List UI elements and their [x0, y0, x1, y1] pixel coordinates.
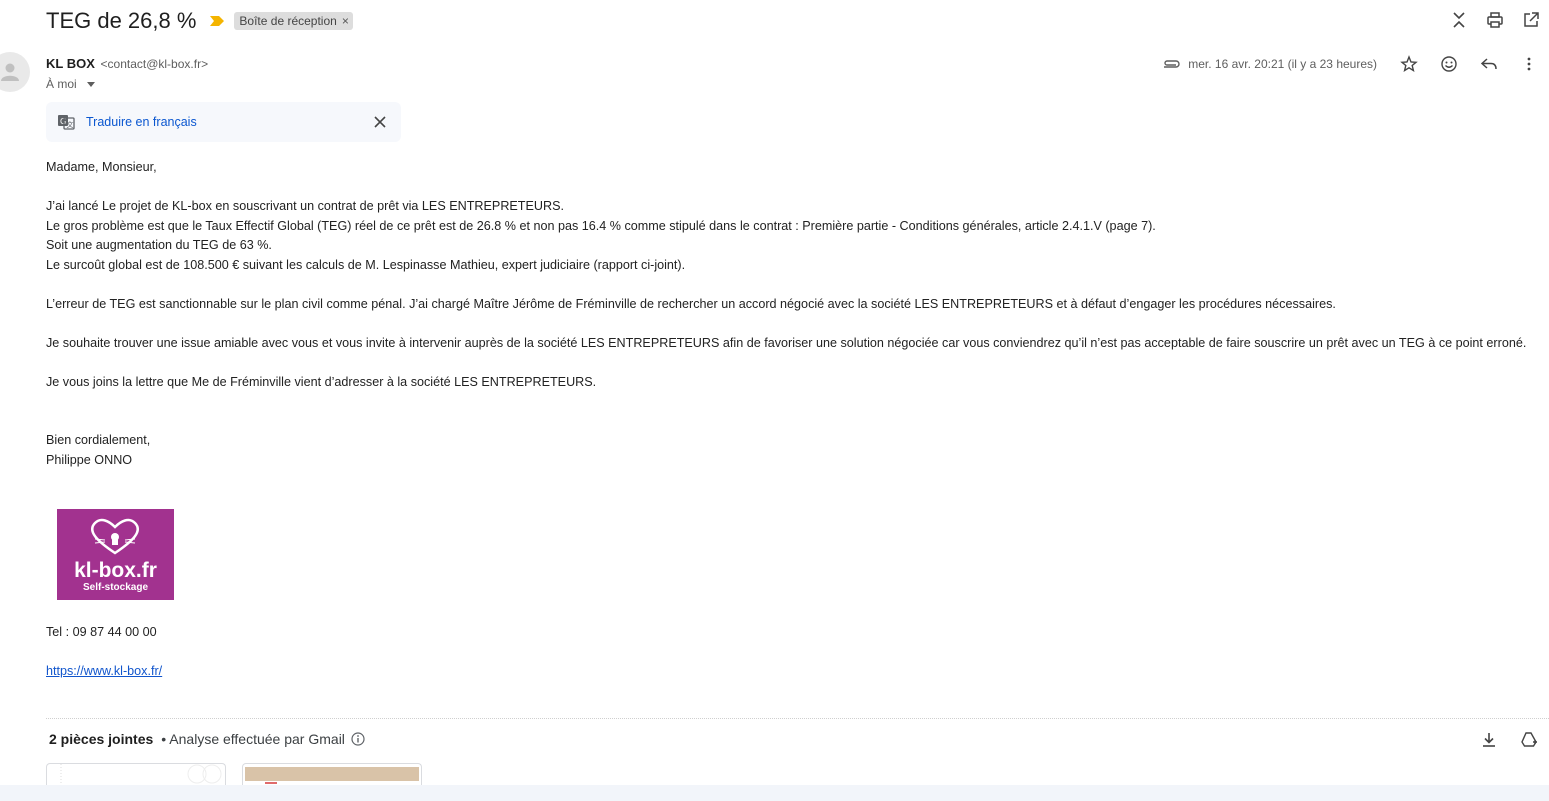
attachments-actions: [1469, 728, 1549, 752]
add-reaction-button[interactable]: [1429, 52, 1469, 76]
paragraph-line: Le gros problème est que le Taux Effecti…: [46, 218, 1156, 233]
add-to-drive-button[interactable]: [1509, 728, 1549, 752]
download-icon: [1483, 733, 1495, 747]
close-translate-button[interactable]: [371, 113, 389, 131]
paragraph-line: Le surcoût global est de 108.500 € suiva…: [46, 257, 686, 272]
open-new-window-button[interactable]: [1513, 8, 1549, 32]
message-meta: mer. 16 avr. 20:21 (il y a 23 heures): [1162, 52, 1549, 76]
info-icon[interactable]: [351, 732, 365, 746]
phone-number: Tel : 09 87 44 00 00: [46, 625, 157, 639]
paragraph-line: Soit une augmentation du TEG de 63 %.: [46, 238, 272, 252]
collapse-icon: [1453, 12, 1465, 28]
paragraph: L’erreur de TEG est sanctionnable sur le…: [46, 296, 1336, 311]
more-vert-icon: [1527, 57, 1531, 71]
thread-actions: [1441, 8, 1549, 32]
download-all-button[interactable]: [1469, 728, 1509, 752]
email-subject: TEG de 26,8 %: [46, 8, 197, 33]
print-icon: [1487, 12, 1503, 28]
greeting: Madame, Monsieur,: [46, 160, 157, 174]
importance-marker-icon[interactable]: [210, 16, 225, 26]
more-options-button[interactable]: [1509, 52, 1549, 76]
translate-link[interactable]: Traduire en français: [86, 115, 197, 129]
collapse-all-button[interactable]: [1441, 8, 1477, 32]
website-link[interactable]: https://www.kl-box.fr/: [46, 664, 162, 678]
chevron-down-icon: [86, 81, 95, 87]
inbox-label-text: Boîte de réception: [239, 14, 337, 28]
signature-name: Philippe ONNO: [46, 452, 133, 467]
attachments-divider: [46, 718, 1549, 719]
recipient-details-toggle[interactable]: À moi: [46, 77, 95, 91]
paragraph-line: J’ai lancé Le projet de KL-box en souscr…: [46, 199, 564, 213]
bottom-strip: [0, 785, 1549, 801]
scan-note: • Analyse effectuée par Gmail: [161, 731, 345, 747]
attachment-icon: [1164, 60, 1180, 68]
svg-text:文: 文: [67, 120, 74, 129]
print-all-button[interactable]: [1477, 8, 1513, 32]
translate-icon: G文: [58, 115, 75, 130]
translate-banner: G文 Traduire en français: [46, 102, 401, 142]
person-icon: [1, 63, 19, 81]
subject-row: TEG de 26,8 % Boîte de réception ×: [46, 6, 353, 36]
open-new-window-icon: [1524, 12, 1539, 27]
paragraph: Je vous joins la lettre que Me de Frémin…: [46, 374, 597, 389]
sender-name[interactable]: KL BOX: [46, 56, 95, 71]
inbox-label-chip: Boîte de réception ×: [234, 12, 353, 30]
reply-button[interactable]: [1469, 52, 1509, 76]
remove-label-button[interactable]: ×: [342, 14, 349, 28]
sender-line: KL BOX <contact@kl-box.fr>: [46, 56, 208, 71]
paragraph: Je souhaite trouver une issue amiable av…: [46, 335, 1527, 350]
logo-graphic: kl-box.fr Self-stockage: [74, 518, 157, 593]
closing: Bien cordialement,: [46, 433, 151, 447]
sender-email: <contact@kl-box.fr>: [100, 57, 209, 71]
logo-subtext: Self-stockage: [83, 582, 148, 593]
message-body: Madame, Monsieur, J’ai lancé Le projet d…: [46, 158, 1541, 470]
star-button[interactable]: [1389, 52, 1429, 76]
reply-icon: [1480, 58, 1497, 70]
emoji-icon: [1441, 56, 1457, 72]
attachments-count: 2 pièces jointes: [49, 731, 154, 747]
kl-box-logo: kl-box.fr Self-stockage: [57, 509, 174, 600]
message-date: mer. 16 avr. 20:21 (il y a 23 heures): [1188, 57, 1377, 71]
add-to-drive-icon: [1521, 732, 1537, 747]
recipient-label: À moi: [46, 77, 77, 91]
attachments-header: 2 pièces jointes • Analyse effectuée par…: [49, 731, 365, 747]
star-icon: [1400, 55, 1418, 72]
sender-avatar[interactable]: [0, 52, 30, 92]
logo-text: kl-box.fr: [74, 559, 157, 582]
close-icon: [374, 116, 386, 128]
